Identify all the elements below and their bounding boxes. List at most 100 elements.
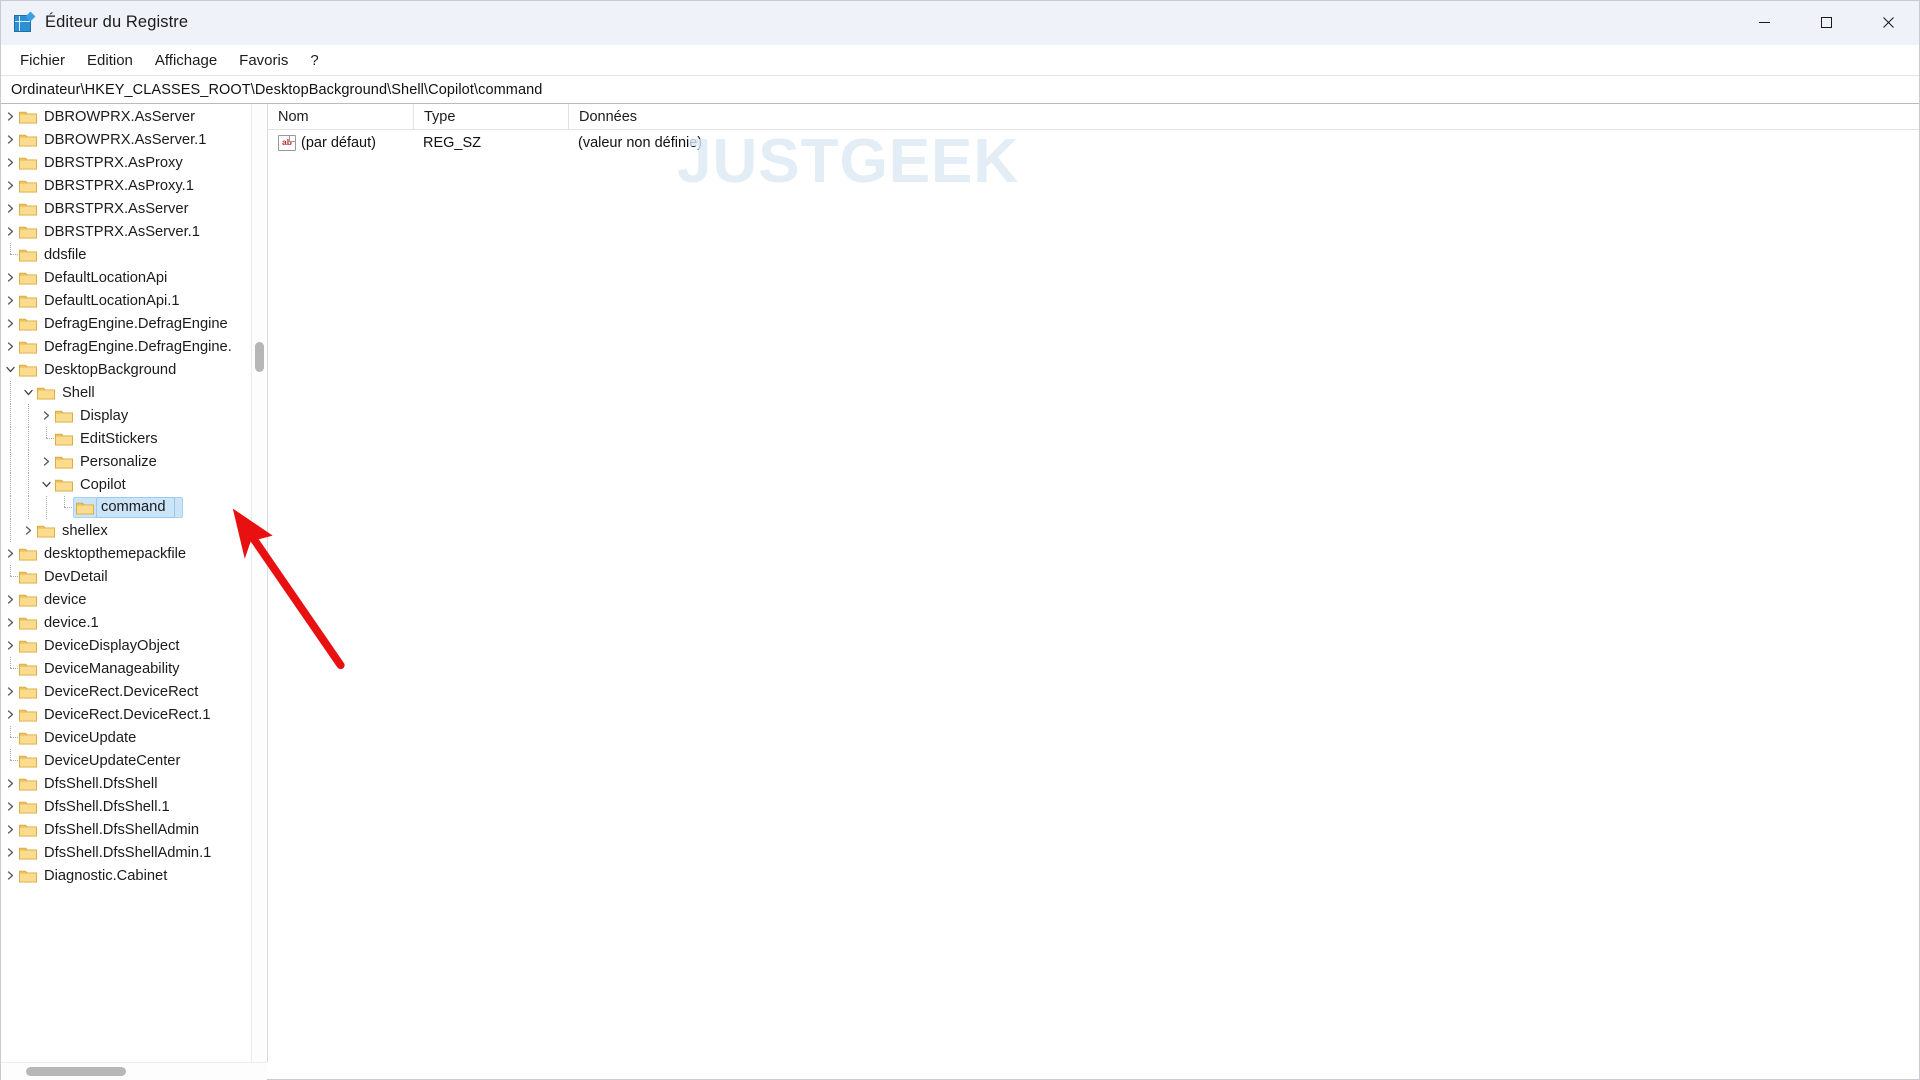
chevron-right-icon[interactable] <box>1 174 19 197</box>
tree-item-content[interactable]: DBRSTPRX.AsServer <box>19 201 194 217</box>
tree-item-desktopthemepackfile[interactable]: desktopthemepackfile <box>1 542 267 565</box>
chevron-right-icon[interactable] <box>1 864 19 887</box>
tree-item-content[interactable]: DeviceUpdateCenter <box>19 753 186 769</box>
address-bar[interactable]: Ordinateur\HKEY_CLASSES_ROOT\DesktopBack… <box>1 75 1919 104</box>
tree-item-content[interactable]: DefaultLocationApi <box>19 270 173 286</box>
column-header-type[interactable]: Type <box>413 104 568 129</box>
tree-item-dbrstprx-asproxy[interactable]: DBRSTPRX.AsProxy <box>1 151 267 174</box>
tree-item-dfsshell-dfsshell[interactable]: DfsShell.DfsShell <box>1 772 267 795</box>
tree-item-devicedisplayobject[interactable]: DeviceDisplayObject <box>1 634 267 657</box>
chevron-right-icon[interactable] <box>1 795 19 818</box>
chevron-right-icon[interactable] <box>1 289 19 312</box>
values-list[interactable]: ab (par défaut) REG_SZ (valeur non définie) <box>268 130 1919 1062</box>
tree-item-defragengine-defragengine[interactable]: DefragEngine.DefragEngine <box>1 312 267 335</box>
tree-item-dfsshell-dfsshelladmin-1[interactable]: DfsShell.DfsShellAdmin.1 <box>1 841 267 864</box>
tree-item-diagnostic-cabinet[interactable]: Diagnostic.Cabinet <box>1 864 267 887</box>
tree-item-content[interactable]: DevDetail <box>19 569 114 585</box>
tree-item-content[interactable]: Personalize <box>55 454 163 470</box>
tree-item-dbrstprx-asserver[interactable]: DBRSTPRX.AsServer <box>1 197 267 220</box>
tree-item-content[interactable]: DeviceDisplayObject <box>19 638 186 654</box>
tree-item-ddsfile[interactable]: ddsfile <box>1 243 267 266</box>
minimize-icon[interactable] <box>1733 1 1795 44</box>
tree-item-devicerect-devicerect-1[interactable]: DeviceRect.DeviceRect.1 <box>1 703 267 726</box>
tree-item-content[interactable]: Copilot <box>55 477 132 493</box>
tree-item-command[interactable]: command <box>1 496 267 519</box>
tree-item-content[interactable]: device <box>19 592 92 608</box>
chevron-right-icon[interactable] <box>1 772 19 795</box>
table-row[interactable]: ab (par défaut) REG_SZ (valeur non définie) <box>268 130 1919 156</box>
tree-item-devdetail[interactable]: DevDetail <box>1 565 267 588</box>
tree-vertical-scroll-thumb[interactable] <box>255 342 264 372</box>
chevron-right-icon[interactable] <box>37 404 55 427</box>
tree-item-dfsshell-dfsshelladmin[interactable]: DfsShell.DfsShellAdmin <box>1 818 267 841</box>
chevron-right-icon[interactable] <box>1 588 19 611</box>
tree-item-deviceupdate[interactable]: DeviceUpdate <box>1 726 267 749</box>
tree-item-content[interactable]: Diagnostic.Cabinet <box>19 868 173 884</box>
tree-item-dfsshell-dfsshell-1[interactable]: DfsShell.DfsShell.1 <box>1 795 267 818</box>
tree-item-content[interactable]: Shell <box>37 385 101 401</box>
tree-item-content[interactable]: Display <box>55 408 134 424</box>
tree-item-dbrstprx-asserver-1[interactable]: DBRSTPRX.AsServer.1 <box>1 220 267 243</box>
chevron-right-icon[interactable] <box>1 312 19 335</box>
tree-item-device-1[interactable]: device.1 <box>1 611 267 634</box>
chevron-right-icon[interactable] <box>1 611 19 634</box>
chevron-right-icon[interactable] <box>1 634 19 657</box>
menu-item-affichage[interactable]: Affichage <box>144 48 228 73</box>
tree-item-display[interactable]: Display <box>1 404 267 427</box>
menu-item-fichier[interactable]: Fichier <box>9 48 76 73</box>
menu-item-edition[interactable]: Edition <box>76 48 144 73</box>
chevron-right-icon[interactable] <box>1 818 19 841</box>
tree-item-deviceupdatecenter[interactable]: DeviceUpdateCenter <box>1 749 267 772</box>
tree-item-defaultlocationapi-1[interactable]: DefaultLocationApi.1 <box>1 289 267 312</box>
tree-item-personalize[interactable]: Personalize <box>1 450 267 473</box>
chevron-right-icon[interactable] <box>1 542 19 565</box>
chevron-down-icon[interactable] <box>19 381 37 404</box>
tree-item-device[interactable]: device <box>1 588 267 611</box>
chevron-right-icon[interactable] <box>1 220 19 243</box>
tree-item-content[interactable]: DeviceManageability <box>19 661 186 677</box>
chevron-right-icon[interactable] <box>1 151 19 174</box>
tree-item-content[interactable]: DeviceUpdate <box>19 730 142 746</box>
tree-item-content[interactable]: device.1 <box>19 615 105 631</box>
tree-item-content[interactable]: DBROWPRX.AsServer.1 <box>19 132 212 148</box>
chevron-right-icon[interactable] <box>1 128 19 151</box>
tree-item-content[interactable]: DfsShell.DfsShellAdmin <box>19 822 205 838</box>
tree-item-desktopbackground[interactable]: DesktopBackground <box>1 358 267 381</box>
tree-horizontal-scroll-thumb[interactable] <box>26 1067 126 1076</box>
tree-item-content[interactable]: DfsShell.DfsShell <box>19 776 163 792</box>
tree-item-content[interactable]: DeviceRect.DeviceRect.1 <box>19 707 217 723</box>
tree-item-content[interactable]: desktopthemepackfile <box>19 546 192 562</box>
tree-item-content[interactable]: DfsShell.DfsShell.1 <box>19 799 176 815</box>
tree-item-content[interactable]: ddsfile <box>19 247 92 263</box>
menu-item-help[interactable]: ? <box>299 48 329 73</box>
tree-item-content[interactable]: DBROWPRX.AsServer <box>19 109 201 125</box>
chevron-right-icon[interactable] <box>1 703 19 726</box>
maximize-icon[interactable] <box>1795 1 1857 44</box>
chevron-right-icon[interactable] <box>1 335 19 358</box>
tree-horizontal-scrollbar[interactable] <box>1 1062 267 1080</box>
tree-item-content[interactable]: DefragEngine.DefragEngine <box>19 316 234 332</box>
tree-item-content[interactable]: DBRSTPRX.AsServer.1 <box>19 224 206 240</box>
tree-item-content[interactable]: DeviceRect.DeviceRect <box>19 684 204 700</box>
tree-vertical-scrollbar[interactable] <box>251 104 267 1062</box>
tree-item-devicerect-devicerect[interactable]: DeviceRect.DeviceRect <box>1 680 267 703</box>
chevron-down-icon[interactable] <box>1 358 19 381</box>
tree-item-dbrstprx-asproxy-1[interactable]: DBRSTPRX.AsProxy.1 <box>1 174 267 197</box>
column-header-data[interactable]: Données <box>568 104 1919 129</box>
tree-item-content[interactable]: DfsShell.DfsShellAdmin.1 <box>19 845 217 861</box>
tree-item-defragengine-defragengine[interactable]: DefragEngine.DefragEngine. <box>1 335 267 358</box>
chevron-right-icon[interactable] <box>19 519 37 542</box>
tree-item-content[interactable]: command <box>73 497 183 518</box>
tree-item-shell[interactable]: Shell <box>1 381 267 404</box>
tree-item-devicemanageability[interactable]: DeviceManageability <box>1 657 267 680</box>
tree-item-content[interactable]: DefragEngine.DefragEngine. <box>19 339 238 355</box>
tree-item-dbrowprx-asserver-1[interactable]: DBROWPRX.AsServer.1 <box>1 128 267 151</box>
tree-item-editstickers[interactable]: EditStickers <box>1 427 267 450</box>
column-header-name[interactable]: Nom <box>268 104 413 129</box>
tree-item-shellex[interactable]: shellex <box>1 519 267 542</box>
tree-item-content[interactable]: DefaultLocationApi.1 <box>19 293 186 309</box>
chevron-right-icon[interactable] <box>1 197 19 220</box>
menu-item-favoris[interactable]: Favoris <box>228 48 299 73</box>
chevron-down-icon[interactable] <box>37 473 55 496</box>
chevron-right-icon[interactable] <box>1 680 19 703</box>
